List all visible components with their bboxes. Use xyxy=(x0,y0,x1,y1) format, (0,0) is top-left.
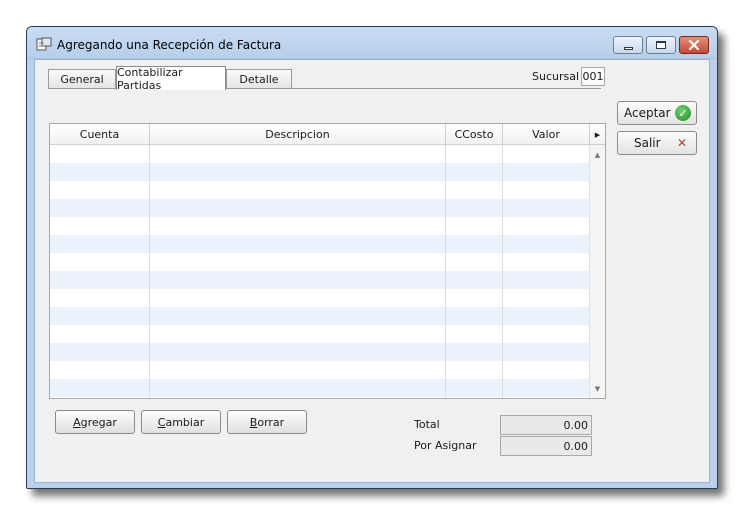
table-row[interactable] xyxy=(50,253,589,271)
dialog-body: General Contabilizar Partidas Detalle Su… xyxy=(34,59,710,483)
tab-label: Detalle xyxy=(239,73,279,86)
grid-rows xyxy=(50,145,589,397)
table-row[interactable] xyxy=(50,235,589,253)
column-header-label: CCosto xyxy=(454,128,494,141)
sucursal-field[interactable]: 001 xyxy=(581,67,605,86)
dialog-window: Agregando una Recepción de Factura Gener… xyxy=(26,26,718,489)
tab-label: Contabilizar Partidas xyxy=(117,65,183,92)
minimize-icon xyxy=(623,46,633,50)
accept-button[interactable]: Aceptar ✓ xyxy=(617,101,697,125)
table-row[interactable] xyxy=(50,379,589,397)
table-row[interactable] xyxy=(50,181,589,199)
unassigned-label: Por Asignar xyxy=(414,439,477,452)
title-bar[interactable]: Agregando una Recepción de Factura xyxy=(27,27,717,59)
maximize-icon xyxy=(656,41,666,49)
maximize-button[interactable] xyxy=(646,36,676,54)
column-divider xyxy=(502,145,503,398)
close-x-icon: ✕ xyxy=(676,136,688,150)
exit-button[interactable]: Salir ✕ xyxy=(617,131,697,155)
exit-label: Salir xyxy=(634,136,661,150)
table-row[interactable] xyxy=(50,325,589,343)
table-row[interactable] xyxy=(50,163,589,181)
vertical-scrollbar[interactable]: ▲ ▼ xyxy=(589,145,605,398)
app-icon xyxy=(36,37,52,51)
add-access-key: A xyxy=(73,415,81,429)
column-divider xyxy=(149,145,150,398)
table-row[interactable] xyxy=(50,343,589,361)
accept-label: Aceptar xyxy=(624,106,671,120)
add-label: gregar xyxy=(80,415,117,429)
sucursal-label: Sucursal xyxy=(532,70,580,83)
check-icon: ✓ xyxy=(675,105,691,121)
delete-button[interactable]: Borrar xyxy=(227,410,307,434)
delete-label: orrar xyxy=(257,415,285,429)
close-button[interactable] xyxy=(679,36,709,54)
table-row[interactable] xyxy=(50,271,589,289)
column-header-descripcion[interactable]: Descripcion xyxy=(150,124,446,145)
scroll-up-icon[interactable]: ▲ xyxy=(590,147,605,162)
close-icon xyxy=(688,40,700,50)
table-row[interactable] xyxy=(50,217,589,235)
column-header-label: Descripcion xyxy=(265,128,330,141)
add-button[interactable]: Agregar xyxy=(55,410,135,434)
scroll-down-icon[interactable]: ▼ xyxy=(590,381,605,396)
column-header-ccosto[interactable]: CCosto xyxy=(446,124,503,145)
delete-access-key: B xyxy=(249,415,258,429)
table-row[interactable] xyxy=(50,289,589,307)
minimize-button[interactable] xyxy=(613,36,643,54)
tab-contabilizar-partidas[interactable]: Contabilizar Partidas xyxy=(116,65,226,92)
total-label: Total xyxy=(414,418,440,431)
column-scroll-right-icon[interactable]: ▶ xyxy=(590,124,605,145)
column-divider xyxy=(445,145,446,398)
table-row[interactable] xyxy=(50,307,589,325)
table-row[interactable] xyxy=(50,199,589,217)
tab-detalle[interactable]: Detalle xyxy=(226,69,292,89)
change-button[interactable]: Cambiar xyxy=(141,410,221,434)
change-label: ambiar xyxy=(165,415,205,429)
column-header-label: Valor xyxy=(532,128,560,141)
entries-grid[interactable]: Cuenta Descripcion CCosto Valor ▶ ▲ ▼ xyxy=(49,123,606,399)
table-row[interactable] xyxy=(50,361,589,379)
tab-label: General xyxy=(60,73,104,86)
change-access-key: C xyxy=(157,415,166,429)
unassigned-value: 0.00 xyxy=(500,436,592,456)
column-header-cuenta[interactable]: Cuenta xyxy=(50,124,150,145)
column-header-label: Cuenta xyxy=(79,128,120,141)
grid-header: Cuenta Descripcion CCosto Valor ▶ xyxy=(50,124,605,145)
total-value: 0.00 xyxy=(500,415,592,435)
window-title: Agregando una Recepción de Factura xyxy=(57,38,282,52)
column-header-valor[interactable]: Valor xyxy=(503,124,590,145)
tab-general[interactable]: General xyxy=(48,69,116,89)
table-row[interactable] xyxy=(50,145,589,163)
